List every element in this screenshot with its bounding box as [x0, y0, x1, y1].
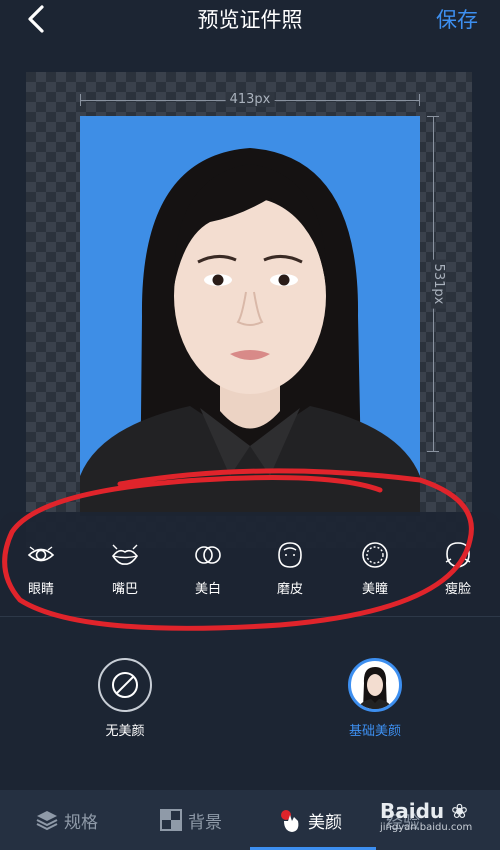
background-icon	[160, 809, 182, 831]
tool-mouth-label: 嘴巴	[111, 582, 138, 597]
no-entry-icon	[112, 672, 138, 698]
pupil-icon	[362, 542, 388, 568]
tool-eyes-label: 眼睛	[27, 582, 54, 597]
tool-smooth-label: 磨皮	[276, 582, 303, 597]
divider	[0, 616, 500, 617]
tool-whiten-label: 美白	[194, 582, 221, 597]
save-button[interactable]: 保存	[436, 4, 478, 34]
tool-pupil-label: 美瞳	[361, 582, 388, 597]
slim-face-icon	[445, 542, 471, 568]
page-title: 预览证件照	[197, 8, 303, 32]
nav-spec-label: 规格	[64, 812, 98, 833]
top-bar: 预览证件照 保存	[0, 0, 500, 40]
tool-mouth[interactable]: 嘴巴	[95, 540, 155, 597]
whiten-icon	[195, 546, 221, 564]
beauty-toolbar: 眼睛 嘴巴 美白 磨皮 美瞳 瘦脸	[0, 512, 500, 616]
smooth-skin-icon	[278, 542, 302, 568]
preset-basic-label: 基础美颜	[348, 724, 401, 739]
width-label: 413px	[225, 92, 275, 107]
nav-background-label: 背景	[188, 812, 222, 833]
watermark-url: jingyan.baidu.com	[380, 822, 473, 833]
nav-spec[interactable]: 规格	[36, 790, 98, 850]
nav-beauty-label: 美颜	[308, 812, 342, 833]
nav-background[interactable]: 背景	[160, 790, 222, 850]
eye-icon	[27, 546, 55, 562]
tool-slim-face[interactable]: 瘦脸	[428, 540, 488, 597]
preset-basic[interactable]: 基础美颜	[335, 658, 415, 739]
tool-smooth[interactable]: 磨皮	[260, 540, 320, 597]
preset-none-circle	[98, 658, 152, 712]
beauty-icon	[281, 810, 299, 832]
preset-none-label: 无美颜	[105, 724, 145, 739]
layers-icon	[36, 811, 58, 831]
lips-icon	[112, 544, 138, 565]
paw-icon: ❀	[451, 799, 468, 823]
id-photo	[80, 116, 420, 516]
watermark-brand: Baidu	[380, 799, 445, 823]
portrait-image	[80, 148, 420, 516]
tool-slim-face-label: 瘦脸	[444, 582, 471, 597]
width-dimension: 413px	[80, 92, 420, 107]
tool-whiten[interactable]: 美白	[178, 540, 238, 597]
preset-basic-thumbnail	[348, 658, 402, 712]
portrait-thumbnail-icon	[357, 667, 393, 709]
preset-none[interactable]: 无美颜	[85, 658, 165, 739]
tool-eyes[interactable]: 眼睛	[11, 540, 71, 597]
tool-pupil[interactable]: 美瞳	[345, 540, 405, 597]
height-label: 531px	[430, 259, 446, 309]
height-dimension: 531px	[426, 116, 446, 452]
nav-beauty[interactable]: 美颜	[276, 790, 342, 850]
baidu-watermark: Baidu ❀ jingyan.baidu.com	[380, 800, 472, 833]
